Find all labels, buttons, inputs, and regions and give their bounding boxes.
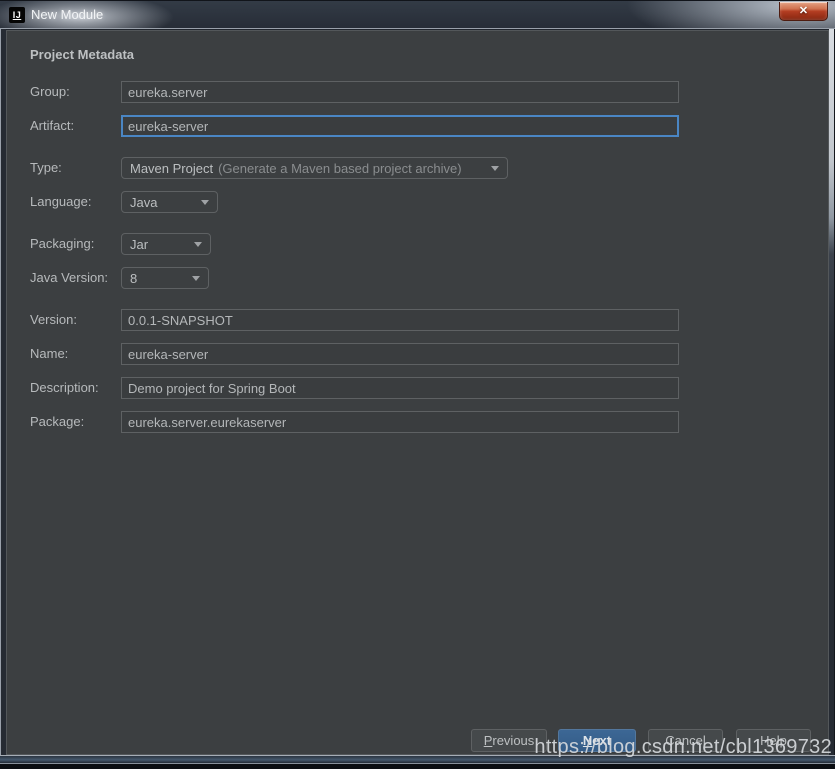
type-select[interactable]: Maven Project (Generate a Maven based pr… [121, 157, 508, 179]
packaging-select-value: Jar [130, 237, 148, 252]
description-label: Description: [30, 377, 99, 399]
chevron-down-icon [201, 200, 209, 205]
artifact-label: Artifact: [30, 115, 74, 137]
version-input[interactable] [121, 309, 679, 331]
section-title: Project Metadata [30, 47, 134, 62]
language-label: Language: [30, 191, 91, 213]
window-frame-right [829, 29, 835, 755]
window-frame-bottom-sheen [0, 755, 835, 764]
package-label: Package: [30, 411, 84, 433]
java-version-select-value: 8 [130, 271, 137, 286]
version-label: Version: [30, 309, 77, 331]
packaging-label: Packaging: [30, 233, 94, 255]
group-label: Group: [30, 81, 70, 103]
group-input[interactable] [121, 81, 679, 103]
intellij-logo-icon: IJ [9, 7, 25, 23]
title-bar[interactable]: IJ New Module ✕ [0, 1, 835, 29]
previous-button[interactable]: Previous [471, 729, 547, 752]
package-input[interactable] [121, 411, 679, 433]
packaging-select[interactable]: Jar [121, 233, 211, 255]
close-icon: ✕ [799, 6, 808, 17]
next-button[interactable]: Next [558, 729, 636, 752]
chevron-down-icon [192, 276, 200, 281]
description-input[interactable] [121, 377, 679, 399]
chevron-down-icon [491, 166, 499, 171]
window-frame-bottom [0, 755, 835, 769]
dialog-content: Project Metadata Group: Artifact: Type: … [6, 30, 829, 755]
java-version-select[interactable]: 8 [121, 267, 209, 289]
chevron-down-icon [194, 242, 202, 247]
type-select-hint: (Generate a Maven based project archive) [218, 161, 462, 176]
language-select-value: Java [130, 195, 157, 210]
artifact-input[interactable] [121, 115, 679, 137]
new-module-dialog: IJ New Module ✕ Project Metadata Group: … [0, 0, 835, 769]
name-label: Name: [30, 343, 68, 365]
name-input[interactable] [121, 343, 679, 365]
type-select-value: Maven Project [130, 161, 213, 176]
intellij-logo-glyph: IJ [13, 11, 22, 20]
cancel-button[interactable]: Cancel [648, 729, 723, 752]
help-button[interactable]: Help [736, 729, 811, 752]
close-button[interactable]: ✕ [779, 2, 828, 21]
type-label: Type: [30, 157, 62, 179]
java-version-label: Java Version: [30, 267, 108, 289]
language-select[interactable]: Java [121, 191, 218, 213]
window-title: New Module [31, 7, 103, 22]
